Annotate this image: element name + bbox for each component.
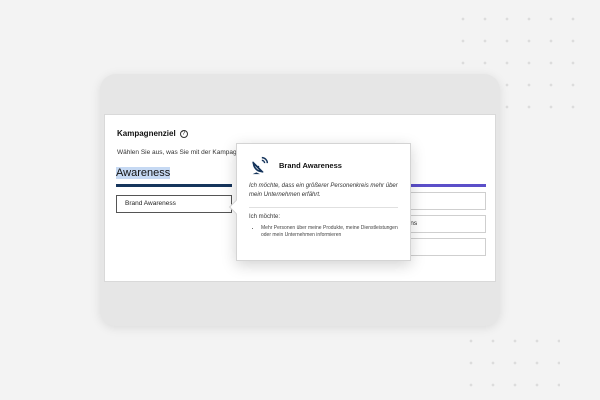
tooltip-bullet-list: Mehr Personen über meine Produkte, meine…: [249, 225, 398, 239]
satellite-dish-icon: [252, 156, 269, 175]
divider: [249, 207, 398, 208]
objective-column-awareness: Awareness Brand Awareness: [116, 165, 232, 213]
list-item: Mehr Personen über meine Produkte, meine…: [261, 225, 398, 239]
tooltip-description: Ich möchte, dass ein größerer Personenkr…: [249, 183, 398, 198]
column-heading: Awareness: [116, 165, 232, 183]
tooltip-subheading: Ich möchte:: [249, 214, 281, 220]
tooltip-header: Brand Awareness: [249, 154, 398, 176]
subtitle: Wählen Sie aus, was Sie mit der Kampag: [117, 149, 237, 156]
heading-highlight: Awareness: [116, 167, 171, 179]
question-circle-icon[interactable]: ?: [179, 129, 188, 138]
tooltip-title: Brand Awareness: [279, 160, 342, 170]
option-brand-awareness[interactable]: Brand Awareness: [116, 195, 232, 213]
objective-tooltip: Brand Awareness Ich möchte, dass ein grö…: [228, 143, 411, 261]
dot-pattern: [460, 330, 560, 390]
column-accent-bar: [116, 184, 232, 187]
title-row: Kampagnenziel ?: [117, 129, 188, 138]
page-title: Kampagnenziel: [117, 129, 176, 138]
